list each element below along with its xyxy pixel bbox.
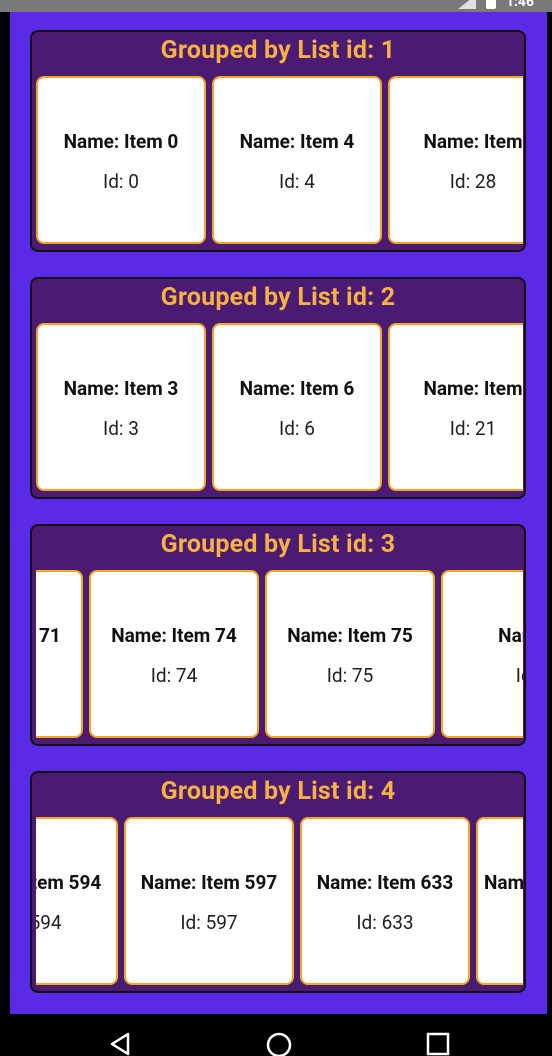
item-name: Name: Item 74 — [111, 624, 237, 647]
back-icon[interactable] — [108, 1032, 132, 1056]
status-bar: 1:46 — [0, 0, 552, 12]
item-card[interactable]: Name: Item 74 Id: 74 — [89, 570, 259, 738]
item-id: Id: 3 — [103, 417, 139, 440]
app-content: Grouped by List id: 1 Name: Item 0 Id: 0… — [10, 12, 547, 1014]
group-title: Grouped by List id: 1 — [160, 36, 396, 65]
item-card[interactable]: Name: Item 71 Id: 71 — [36, 570, 83, 738]
item-card[interactable]: Name: Id: — [441, 570, 523, 738]
group-card: Grouped by List id: 2 Name: Item 3 Id: 3… — [30, 277, 526, 499]
home-icon[interactable] — [266, 1032, 292, 1056]
item-id: Id: 75 — [326, 664, 374, 687]
item-card[interactable]: Nam — [476, 817, 523, 985]
item-card[interactable]: Name: Item 0 Id: 0 — [36, 76, 206, 244]
item-name: Nam — [484, 871, 523, 894]
group-card: Grouped by List id: 3 Name: Item 71 Id: … — [30, 524, 526, 746]
phone-screen: 1:46 Grouped by List id: 1 Name: Item 0 … — [0, 0, 552, 1056]
item-card[interactable]: Name: Item 597 Id: 597 — [124, 817, 294, 985]
item-name: Name: Item — [423, 377, 523, 400]
item-name: Name: Item — [423, 130, 523, 153]
group-card: Grouped by List id: 4 Name: Item 594 Id:… — [30, 771, 526, 993]
item-card[interactable]: Name: Item 633 Id: 633 — [300, 817, 470, 985]
cellular-signal-icon — [457, 0, 476, 9]
item-id: Id: 6 — [279, 417, 315, 440]
item-name: Name: Item 4 — [239, 130, 355, 153]
horizontal-item-list[interactable]: Name: Item 594 Id: 594 Name: Item 597 Id… — [36, 815, 523, 987]
group-title: Grouped by List id: 4 — [160, 777, 396, 806]
group-title: Grouped by List id: 2 — [160, 283, 396, 312]
item-id: Id: 71 — [36, 664, 81, 687]
item-card[interactable]: Name: Item 6 Id: 6 — [212, 323, 382, 491]
item-name: Name: — [498, 624, 523, 647]
item-id: Id: 0 — [103, 170, 139, 193]
item-id: Id: 21 — [449, 417, 497, 440]
item-card[interactable]: Name: Item 3 Id: 3 — [36, 323, 206, 491]
item-name: Name: Item 594 — [36, 871, 102, 894]
item-id: Id: 74 — [150, 664, 198, 687]
item-id: Id: 633 — [356, 911, 414, 934]
recents-icon[interactable] — [426, 1032, 450, 1056]
horizontal-item-list[interactable]: Name: Item 3 Id: 3 Name: Item 6 Id: 6 Na… — [36, 321, 523, 493]
item-id: Id: 594 — [36, 911, 62, 934]
item-id: Id: 597 — [180, 911, 238, 934]
item-name: Name: Item 75 — [287, 624, 413, 647]
item-card[interactable]: Name: Item 4 Id: 4 — [212, 76, 382, 244]
item-card[interactable]: Name: Item Id: 21 — [388, 323, 523, 491]
horizontal-item-list[interactable]: Name: Item 0 Id: 0 Name: Item 4 Id: 4 Na… — [36, 74, 523, 246]
status-time: 1:46 — [505, 0, 534, 10]
item-card[interactable]: Name: Item 75 Id: 75 — [265, 570, 435, 738]
item-name: Name: Item 3 — [63, 377, 179, 400]
item-name: Name: Item 597 — [140, 871, 278, 894]
item-id: Id: 28 — [449, 170, 497, 193]
item-id: Id: 4 — [279, 170, 315, 193]
horizontal-item-list[interactable]: Name: Item 71 Id: 71 Name: Item 74 Id: 7… — [36, 568, 523, 740]
item-card[interactable]: Name: Item 594 Id: 594 — [36, 817, 118, 985]
item-card[interactable]: Name: Item Id: 28 — [388, 76, 523, 244]
item-name: Name: Item 71 — [36, 624, 61, 647]
item-name: Name: Item 6 — [239, 377, 355, 400]
status-icons: 1:46 — [457, 0, 534, 10]
group-card: Grouped by List id: 1 Name: Item 0 Id: 0… — [30, 30, 526, 252]
item-name: Name: Item 633 — [316, 871, 454, 894]
group-title: Grouped by List id: 3 — [160, 530, 396, 559]
navigation-bar — [0, 1014, 552, 1056]
item-name: Name: Item 0 — [63, 130, 179, 153]
item-id: Id: — [515, 664, 523, 687]
battery-icon — [485, 0, 496, 9]
